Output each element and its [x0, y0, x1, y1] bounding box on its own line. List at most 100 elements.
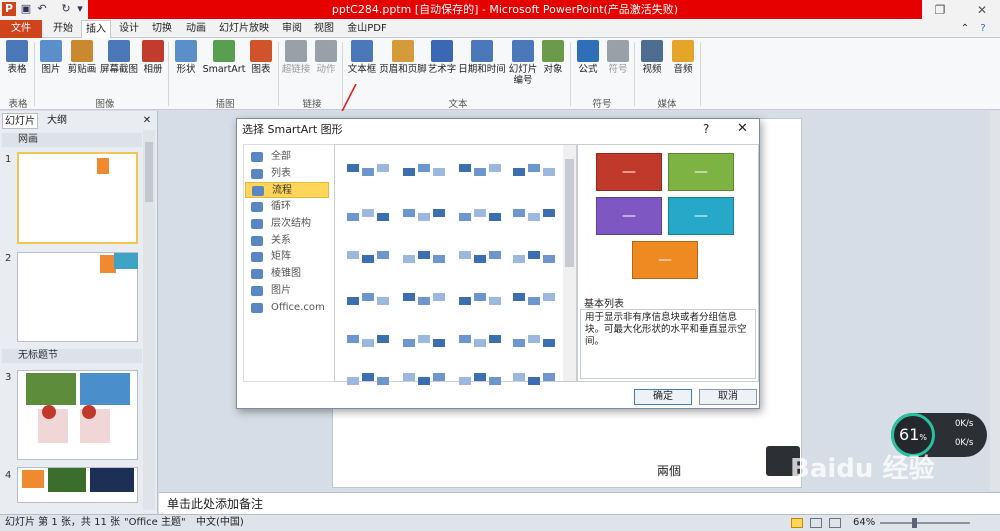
- canvas-scrollbar[interactable]: [990, 111, 1000, 491]
- layout-shape: [418, 164, 430, 172]
- dialog-close-icon[interactable]: ✕: [737, 121, 751, 136]
- layout-shape: [474, 255, 486, 263]
- smartart-layout-thumbnail[interactable]: [455, 241, 505, 275]
- preview-box: —: [632, 241, 698, 279]
- smartart-layout-thumbnail[interactable]: [399, 241, 449, 275]
- layout-shape: [362, 209, 374, 217]
- ok-button[interactable]: 确定: [634, 389, 692, 405]
- smartart-layout-thumbnail[interactable]: [509, 283, 559, 317]
- zoom-slider-thumb[interactable]: [912, 518, 917, 528]
- layout-shape: [377, 213, 389, 221]
- slide-number-label: 2: [5, 253, 12, 264]
- category-pyramid[interactable]: 棱锥图: [245, 266, 329, 282]
- close-pane-icon[interactable]: ✕: [140, 113, 154, 129]
- layout-shape: [433, 255, 445, 263]
- upload-speed: 0K/s: [955, 419, 974, 429]
- smartart-layout-thumbnail[interactable]: [399, 283, 449, 317]
- all-icon: [251, 152, 263, 162]
- layout-shape: [513, 373, 525, 381]
- tab-outline[interactable]: 大纲: [42, 113, 72, 129]
- layout-shape: [543, 293, 555, 301]
- reading-view-icon[interactable]: [829, 518, 841, 528]
- scrollbar-thumb[interactable]: [565, 159, 574, 267]
- smartart-layout-thumbnail[interactable]: [509, 154, 559, 188]
- smartart-layout-thumbnail[interactable]: [509, 325, 559, 359]
- layout-shape: [418, 377, 430, 385]
- smartart-layout-thumbnail[interactable]: [455, 283, 505, 317]
- normal-view-icon[interactable]: [791, 518, 803, 528]
- category-office-com[interactable]: Office.com: [245, 300, 329, 316]
- slide-thumbnail-2[interactable]: [17, 252, 138, 342]
- smartart-layout-thumbnail[interactable]: [343, 363, 393, 397]
- layout-shape: [362, 373, 374, 381]
- layout-shape: [418, 213, 430, 221]
- scrollbar-thumb[interactable]: [145, 142, 153, 202]
- smartart-layout-thumbnail[interactable]: [509, 363, 559, 397]
- cpu-unit: %: [919, 433, 927, 442]
- layout-shape: [362, 168, 374, 176]
- slide-sorter-icon[interactable]: [810, 518, 822, 528]
- smartart-layout-thumbnail[interactable]: [343, 325, 393, 359]
- smartart-layout-thumbnail[interactable]: [343, 154, 393, 188]
- thumb-shape: [22, 470, 44, 488]
- slide-thumbnail-1[interactable]: [17, 152, 138, 244]
- layout-shape: [347, 335, 359, 343]
- smartart-layout-thumbnail[interactable]: [399, 325, 449, 359]
- smartart-layout-thumbnail[interactable]: [455, 363, 505, 397]
- zoom-level[interactable]: 64%: [853, 515, 875, 531]
- layout-shape: [459, 377, 471, 385]
- smartart-layout-thumbnail[interactable]: [509, 199, 559, 233]
- category-hierarchy[interactable]: 层次结构: [245, 216, 329, 232]
- layout-shape: [528, 335, 540, 343]
- smartart-layout-thumbnail[interactable]: [455, 199, 505, 233]
- smartart-layout-thumbnail[interactable]: [509, 241, 559, 275]
- pyramid-icon: [251, 269, 263, 279]
- smartart-layout-thumbnail[interactable]: [455, 154, 505, 188]
- zoom-slider[interactable]: [880, 522, 970, 524]
- layout-shape: [377, 164, 389, 172]
- category-process[interactable]: 流程: [245, 182, 329, 198]
- layout-shape: [403, 209, 415, 217]
- section-header[interactable]: 网画: [2, 133, 142, 147]
- layout-shape: [459, 213, 471, 221]
- smartart-layout-thumbnail[interactable]: [399, 154, 449, 188]
- smartart-layout-thumbnail[interactable]: [455, 325, 505, 359]
- smartart-layout-thumbnail[interactable]: [343, 241, 393, 275]
- category-label: 层次结构: [271, 218, 311, 229]
- section-header[interactable]: 无标题节: [2, 349, 142, 363]
- smartart-layout-thumbnail[interactable]: [343, 283, 393, 317]
- category-cycle[interactable]: 循环: [245, 199, 329, 215]
- layout-shape: [347, 251, 359, 259]
- thumb-image: [26, 373, 76, 405]
- language[interactable]: 中文(中国): [196, 515, 244, 531]
- layout-shape: [513, 293, 525, 301]
- slide-thumbnail-4[interactable]: [17, 467, 138, 503]
- category-label: 棱锥图: [271, 268, 301, 279]
- layout-shape: [418, 335, 430, 343]
- slide-number-label: 3: [5, 372, 12, 383]
- slide-thumbnail-3[interactable]: [17, 370, 138, 460]
- list-icon: [251, 169, 263, 179]
- slide-count: 幻灯片 第 1 张，共 11 张: [5, 517, 120, 528]
- category-matrix[interactable]: 矩阵: [245, 249, 329, 265]
- category-all[interactable]: 全部: [245, 149, 329, 165]
- dialog-help-icon[interactable]: ?: [703, 122, 717, 136]
- layout-shape: [459, 297, 471, 305]
- smartart-layout-thumbnail[interactable]: [399, 199, 449, 233]
- smartart-layout-thumbnail[interactable]: [399, 363, 449, 397]
- layout-shape: [513, 255, 525, 263]
- gallery-scrollbar[interactable]: [563, 145, 576, 381]
- tab-slides[interactable]: 幻灯片: [2, 113, 38, 129]
- category-relationship[interactable]: 关系: [245, 233, 329, 249]
- cancel-button[interactable]: 取消: [699, 389, 757, 405]
- layout-shape: [377, 377, 389, 385]
- thumbnail-scrollbar[interactable]: [143, 130, 155, 510]
- smartart-layout-thumbnail[interactable]: [343, 199, 393, 233]
- category-picture[interactable]: 图片: [245, 283, 329, 299]
- layout-shape: [362, 293, 374, 301]
- preview-pane: — — — — — 基本列表 用于显示非有序信息块或者分组信息块。可最大化形状的…: [577, 144, 759, 382]
- process-icon: [252, 186, 264, 196]
- dialog-title: 选择 SmartArt 图形: [242, 123, 343, 136]
- category-list-item[interactable]: 列表: [245, 166, 329, 182]
- layout-shape: [474, 339, 486, 347]
